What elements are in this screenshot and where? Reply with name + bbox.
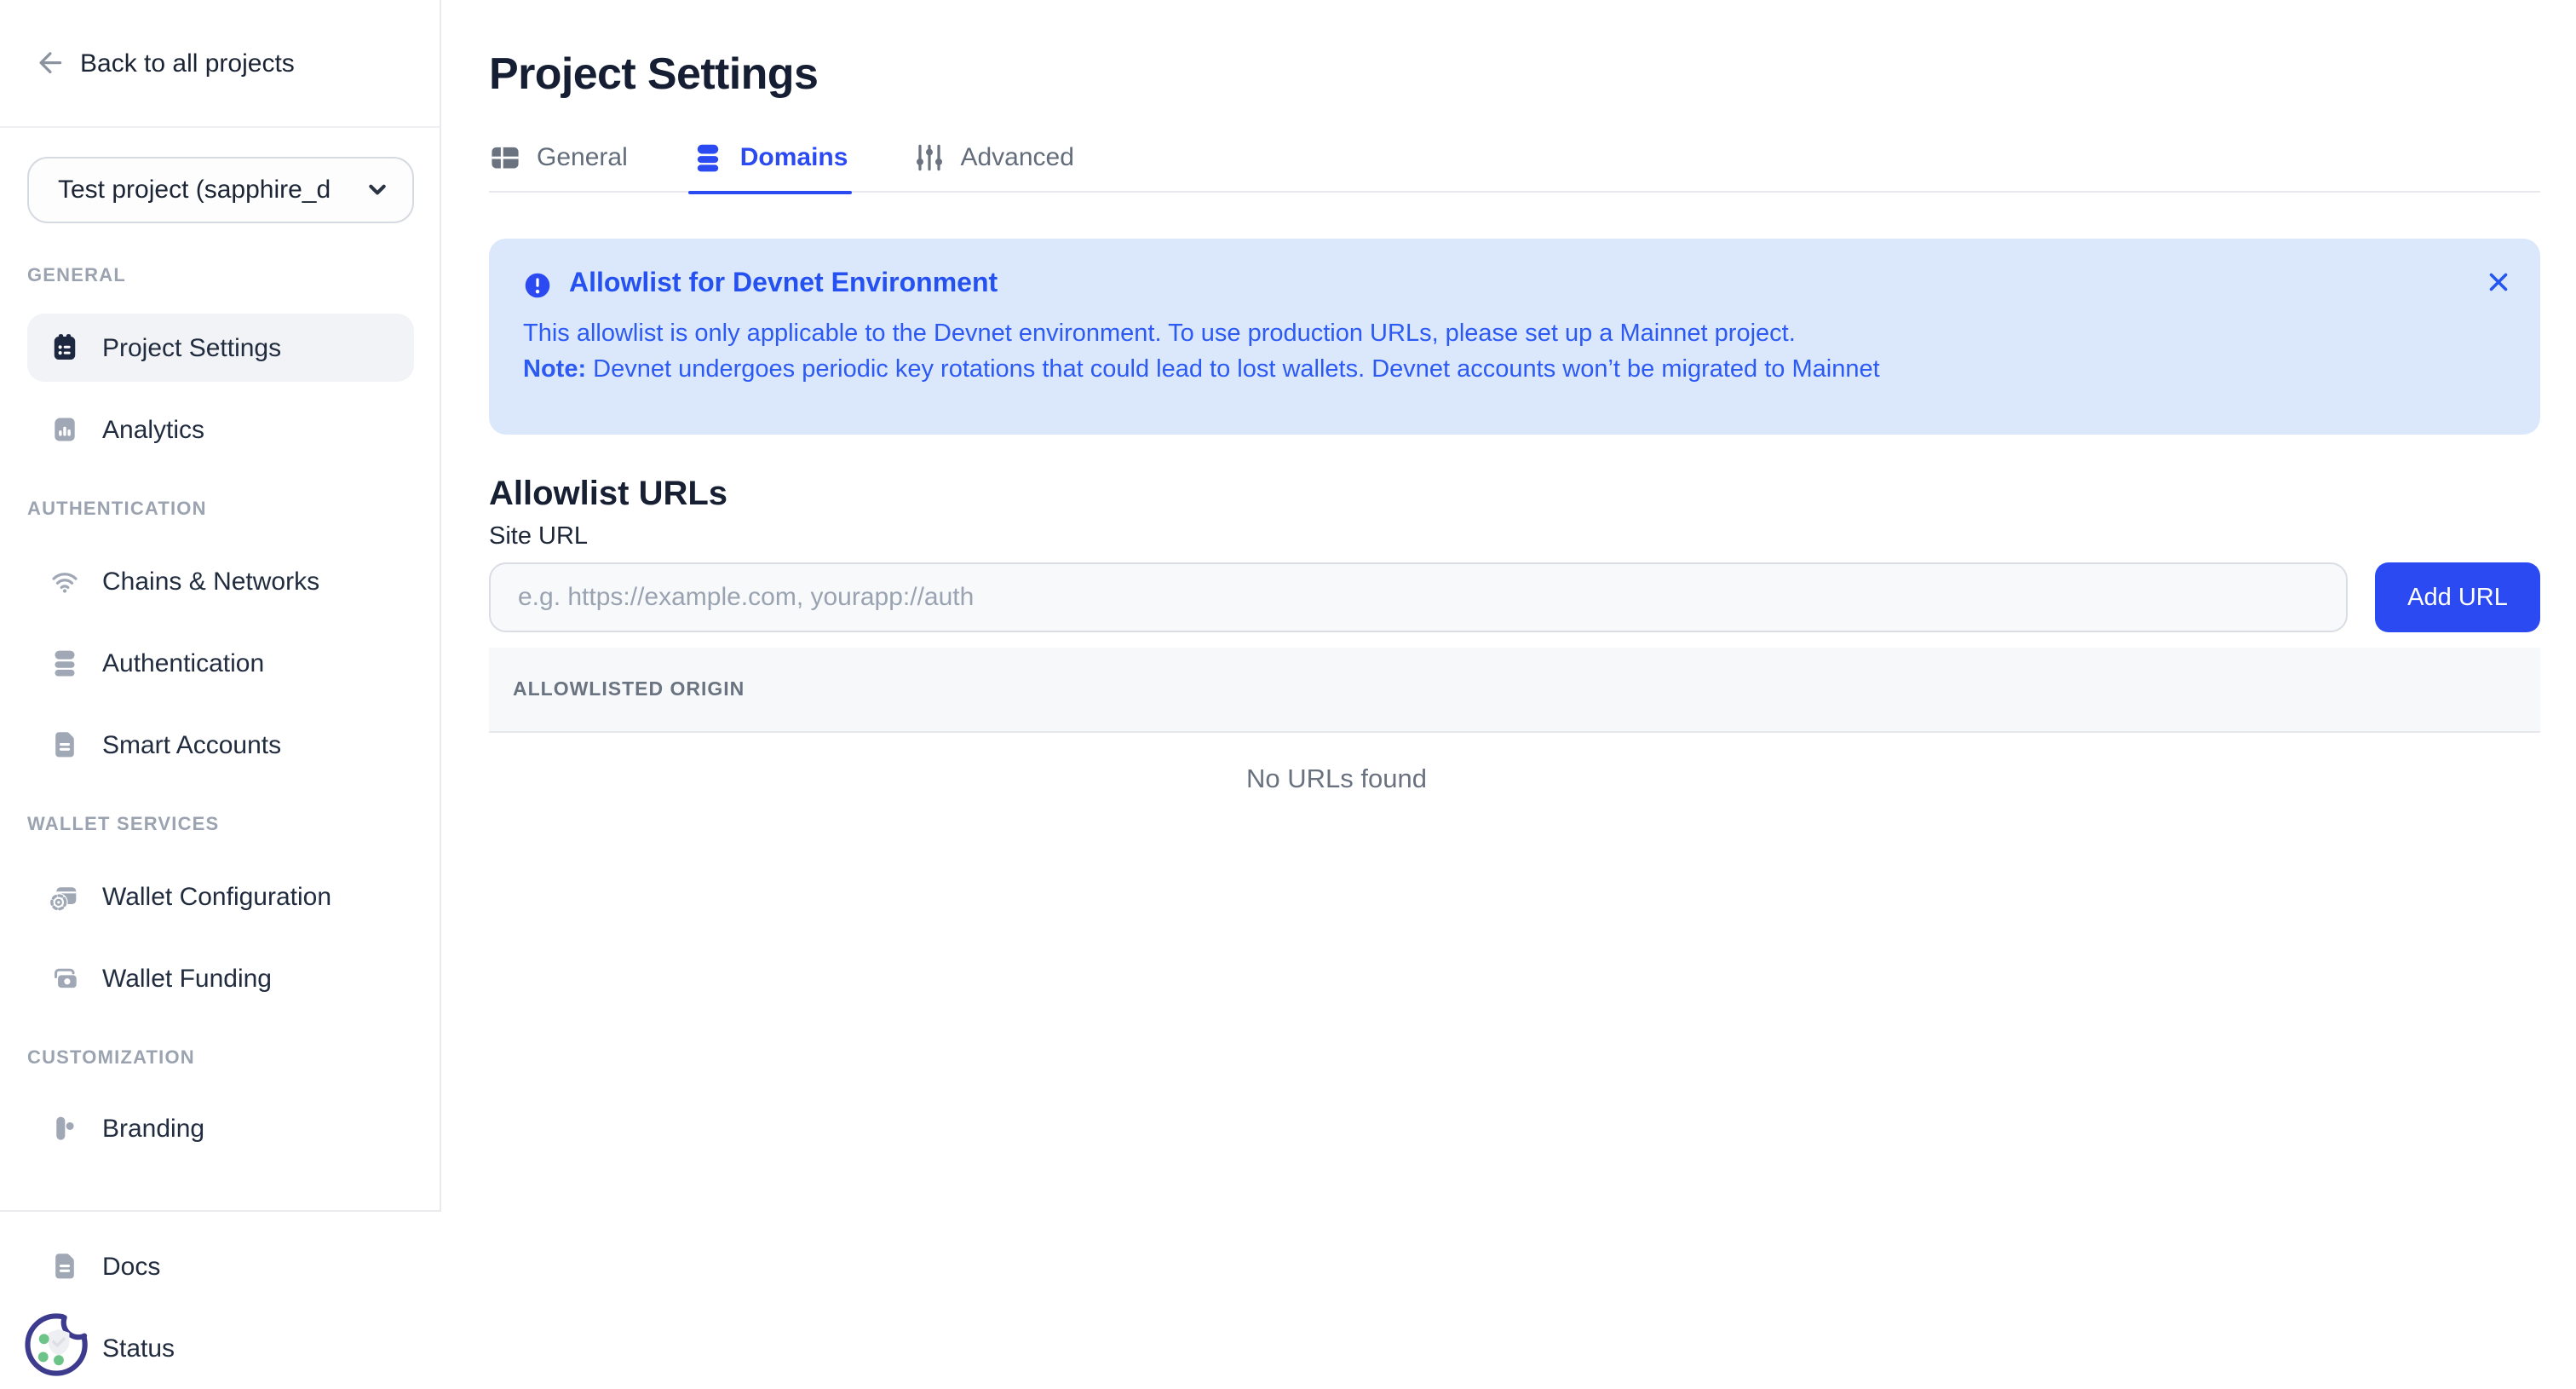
bar-chart-icon [49, 414, 80, 445]
clipboard-icon [49, 332, 80, 363]
section-label-general: GENERAL [27, 266, 414, 286]
arrow-left-icon [34, 48, 65, 78]
database-icon [49, 648, 80, 678]
chevron-down-icon [363, 176, 392, 205]
project-selector[interactable]: Test project (sapphire_d [27, 157, 414, 223]
banner-line1: This allowlist is only applicable to the… [523, 317, 2506, 353]
project-selector-value: Test project (sapphire_d [58, 176, 363, 205]
docs-file-icon [49, 1251, 80, 1282]
add-url-button[interactable]: Add URL [2375, 562, 2540, 632]
sidebar-item-authentication[interactable]: Authentication [27, 629, 414, 697]
sliders-icon [912, 141, 945, 173]
sidebar-item-label: Project Settings [102, 333, 281, 362]
tab-bar: General Domains [489, 133, 2540, 193]
site-url-label: Site URL [489, 522, 2540, 552]
sidebar-item-label: Wallet Configuration [102, 882, 331, 911]
banner-note: Note: Devnet undergoes periodic key rota… [523, 353, 2506, 389]
alert-circle-icon [523, 270, 552, 299]
banner-body: This allowlist is only applicable to the… [523, 317, 2506, 389]
devnet-allowlist-banner: Allowlist for Devnet Environment This al… [489, 239, 2540, 435]
tab-label: Advanced [960, 142, 1073, 171]
sidebar-item-label: Authentication [102, 648, 264, 677]
sidebar-nav: Test project (sapphire_d GENERAL [0, 128, 441, 1145]
wallet-gear-icon [49, 881, 80, 912]
url-entry-row: Add URL [489, 562, 2540, 632]
sidebar-item-label: Smart Accounts [102, 730, 281, 759]
banner-title: Allowlist for Devnet Environment [569, 269, 998, 300]
column-header-allowlisted-origin: ALLOWLISTED ORIGIN [513, 679, 745, 700]
close-icon[interactable] [2484, 268, 2513, 297]
section-label-wallet-services: WALLET SERVICES [27, 815, 414, 835]
cash-cards-icon [49, 963, 80, 994]
table-empty-state: No URLs found [489, 765, 2540, 796]
site-url-input[interactable] [489, 562, 2348, 632]
section-label-authentication: AUTHENTICATION [27, 499, 414, 520]
sidebar-item-label: Status [102, 1334, 175, 1363]
sidebar-item-label: Docs [102, 1252, 160, 1281]
table-header-row: ALLOWLISTED ORIGIN [489, 648, 2540, 733]
sidebar-item-project-settings[interactable]: Project Settings [27, 314, 414, 382]
wifi-icon [49, 566, 80, 597]
file-icon [49, 729, 80, 760]
banner-header: Allowlist for Devnet Environment [523, 269, 2506, 300]
sidebar-item-label: Wallet Funding [102, 964, 272, 993]
empty-state-text: No URLs found [1246, 765, 1427, 796]
allowlist-heading: Allowlist URLs [489, 472, 2540, 516]
main-content: Project Settings General [441, 0, 2576, 1350]
database-icon [693, 141, 725, 173]
app-window: Back to all projects Test project (sapph… [0, 0, 2576, 1350]
sidebar-item-docs[interactable]: Docs [27, 1232, 414, 1300]
tab-advanced[interactable]: Advanced [912, 133, 1073, 191]
tab-domains[interactable]: Domains [693, 133, 848, 191]
sidebar-item-analytics[interactable]: Analytics [27, 395, 414, 464]
back-label: Back to all projects [80, 49, 295, 78]
tab-label: Domains [740, 142, 848, 171]
sidebar-item-smart-accounts[interactable]: Smart Accounts [27, 711, 414, 779]
branding-icon [49, 1113, 80, 1144]
sidebar-item-chains-networks[interactable]: Chains & Networks [27, 547, 414, 615]
sidebar-item-label: Chains & Networks [102, 567, 319, 596]
tab-label: General [537, 142, 628, 171]
banner-note-text: Devnet undergoes periodic key rotations … [586, 356, 1880, 383]
sidebar-item-wallet-funding[interactable]: Wallet Funding [27, 944, 414, 1012]
back-to-projects-link[interactable]: Back to all projects [34, 48, 295, 78]
page-title: Project Settings [489, 46, 2540, 101]
sidebar: Back to all projects Test project (sapph… [0, 0, 441, 1350]
banner-note-label: Note: [523, 356, 586, 383]
sidebar-item-wallet-configuration[interactable]: Wallet Configuration [27, 862, 414, 931]
sidebar-item-branding[interactable]: Branding [27, 1094, 414, 1145]
section-label-customization: CUSTOMIZATION [27, 1048, 414, 1069]
table-grid-icon [489, 141, 521, 173]
sidebar-header: Back to all projects [0, 0, 440, 128]
sidebar-item-label: Branding [102, 1114, 204, 1143]
cookie-consent-button[interactable] [17, 1300, 99, 1389]
tab-general[interactable]: General [489, 133, 628, 191]
sidebar-item-label: Analytics [102, 415, 204, 444]
